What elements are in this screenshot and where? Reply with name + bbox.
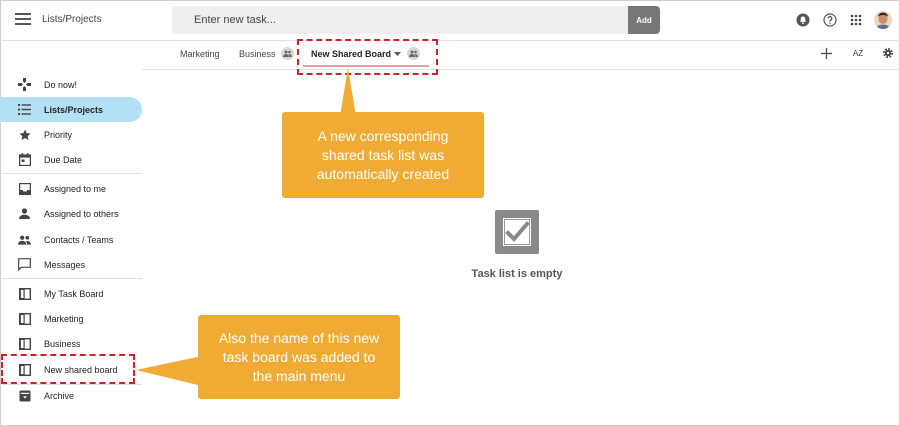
sidebar-item-label: Messages bbox=[44, 260, 86, 270]
tab-marketing[interactable]: Marketing bbox=[180, 49, 220, 59]
new-task-input[interactable] bbox=[172, 6, 628, 34]
sidebar-item-label: Contacts / Teams bbox=[44, 235, 114, 245]
sidebar-item-marketing[interactable]: Marketing bbox=[0, 306, 142, 331]
callout-pointer bbox=[340, 68, 356, 116]
people-icon bbox=[18, 233, 31, 246]
sidebar-item-do-now[interactable]: Do now! bbox=[0, 72, 142, 97]
board-icon bbox=[18, 287, 31, 300]
notification-icon[interactable] bbox=[796, 12, 810, 28]
sidebar-item-label: Archive bbox=[44, 391, 75, 401]
search-container bbox=[172, 6, 628, 34]
sidebar-item-lists-projects[interactable]: Lists/Projects bbox=[0, 97, 142, 122]
sidebar-item-due-date[interactable]: Due Date bbox=[0, 147, 142, 172]
tabs-divider bbox=[142, 69, 900, 70]
callout-top: A new corresponding shared task list was… bbox=[282, 112, 484, 198]
sidebar-item-assigned-to-others[interactable]: Assigned to others bbox=[0, 201, 142, 226]
sidebar-item-label: Business bbox=[44, 339, 81, 349]
star-icon bbox=[18, 128, 31, 141]
settings-gear-icon[interactable] bbox=[882, 47, 894, 59]
sidebar-item-label: Assigned to others bbox=[44, 209, 119, 219]
add-task-button[interactable]: Add bbox=[628, 6, 660, 34]
empty-checkbox-icon bbox=[495, 210, 539, 254]
menu-icon[interactable] bbox=[15, 13, 31, 25]
gamepad-icon bbox=[18, 78, 31, 91]
shared-people-icon bbox=[281, 47, 294, 60]
top-bar: Lists/Projects Add bbox=[0, 0, 900, 40]
archive-icon bbox=[18, 389, 31, 402]
callout-pointer bbox=[136, 356, 202, 386]
sidebar-item-archive[interactable]: Archive bbox=[0, 383, 142, 408]
sidebar-item-label: Do now! bbox=[44, 80, 78, 90]
sidebar-item-business[interactable]: Business bbox=[0, 331, 142, 356]
board-icon bbox=[18, 312, 31, 325]
sidebar-divider bbox=[0, 278, 142, 279]
app-title: Lists/Projects bbox=[42, 14, 102, 25]
apps-grid-icon[interactable] bbox=[850, 12, 862, 28]
list-icon bbox=[18, 103, 31, 116]
add-list-icon[interactable] bbox=[820, 47, 832, 59]
sidebar-item-label: My Task Board bbox=[44, 289, 104, 299]
empty-state-text: Task list is empty bbox=[471, 268, 563, 280]
help-icon[interactable] bbox=[823, 12, 837, 28]
message-icon bbox=[18, 258, 31, 271]
sidebar-item-label: Due Date bbox=[44, 155, 83, 165]
sidebar-item-contacts-teams[interactable]: Contacts / Teams bbox=[0, 227, 142, 252]
sidebar-item-priority[interactable]: Priority bbox=[0, 122, 142, 147]
sort-icon[interactable]: AZ bbox=[851, 47, 865, 59]
top-bar-divider bbox=[0, 40, 900, 41]
tab-business[interactable]: Business bbox=[239, 49, 276, 59]
sidebar-highlight bbox=[1, 354, 135, 384]
tab-highlight bbox=[297, 39, 438, 75]
callout-bottom: Also the name of this new task board was… bbox=[198, 315, 400, 399]
inbox-icon bbox=[18, 182, 31, 195]
sidebar-item-label: Priority bbox=[44, 130, 73, 140]
sidebar-item-label: Assigned to me bbox=[44, 184, 107, 194]
sidebar-item-messages[interactable]: Messages bbox=[0, 252, 142, 277]
user-avatar[interactable] bbox=[874, 11, 892, 29]
sidebar-divider bbox=[0, 173, 142, 174]
board-icon bbox=[18, 337, 31, 350]
sidebar-item-label: Lists/Projects bbox=[44, 105, 104, 115]
person-icon bbox=[18, 207, 31, 220]
calendar-icon bbox=[18, 153, 31, 166]
sidebar-item-assigned-to-me[interactable]: Assigned to me bbox=[0, 176, 142, 201]
sidebar-item-my-task-board[interactable]: My Task Board bbox=[0, 281, 142, 306]
sidebar-item-label: Marketing bbox=[44, 314, 84, 324]
